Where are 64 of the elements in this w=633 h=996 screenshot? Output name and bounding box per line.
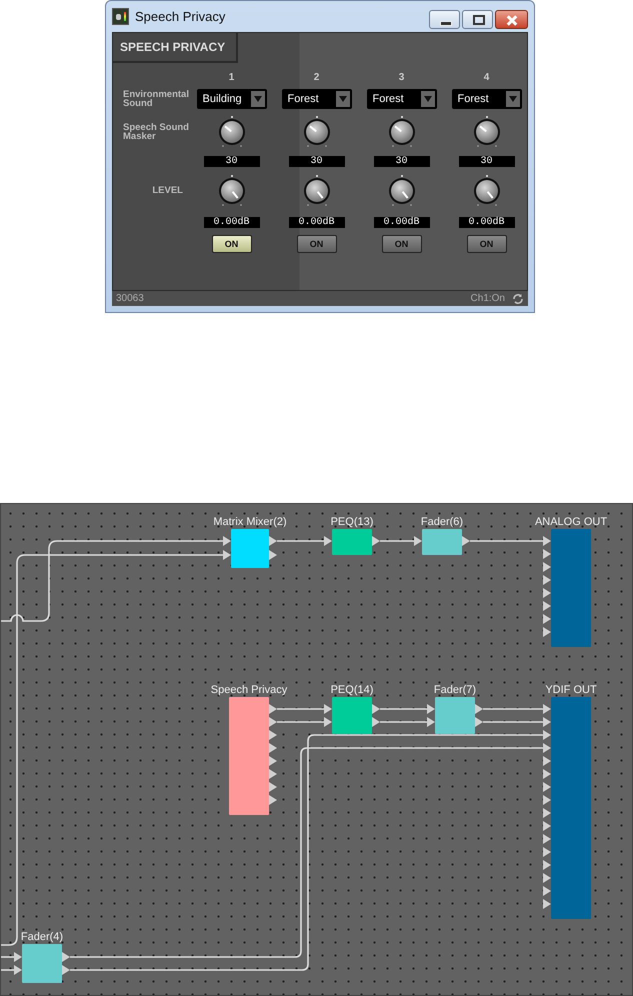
connector-line bbox=[380, 721, 427, 723]
connector-line bbox=[483, 721, 543, 723]
value-display: 0.00dB bbox=[204, 216, 260, 228]
module-label: PEQ(14) bbox=[330, 684, 374, 696]
app-icon bbox=[112, 8, 129, 25]
on-button[interactable]: ON bbox=[296, 235, 336, 253]
channel-number: 1 bbox=[228, 72, 236, 82]
sound-dropdown[interactable]: Forest bbox=[282, 89, 352, 109]
channel-number: 2 bbox=[312, 72, 320, 82]
row-label: Speech Sound Masker bbox=[122, 122, 189, 142]
on-button[interactable]: ON bbox=[382, 235, 422, 253]
minimize-button[interactable] bbox=[429, 10, 460, 29]
sound-dropdown[interactable]: Forest bbox=[452, 89, 522, 109]
module-block[interactable] bbox=[324, 697, 380, 734]
refresh-icon[interactable] bbox=[512, 292, 524, 304]
status-text: 30063 bbox=[116, 293, 144, 304]
module-block[interactable] bbox=[324, 529, 380, 555]
module-label: ANALOG OUT bbox=[534, 516, 608, 528]
status-text: Ch1:On bbox=[470, 293, 505, 304]
module-block[interactable] bbox=[229, 697, 277, 815]
value-display: 30 bbox=[288, 156, 344, 166]
module-block[interactable] bbox=[414, 529, 470, 555]
panel-title: SPEECH PRIVACY bbox=[113, 33, 238, 63]
row-label: Environmental Sound bbox=[122, 90, 189, 108]
connector-line bbox=[277, 540, 324, 542]
connector-line bbox=[380, 540, 414, 542]
connector-line bbox=[277, 721, 324, 723]
caret-icon bbox=[424, 96, 432, 102]
connector-line bbox=[380, 708, 427, 710]
sound-dropdown[interactable]: Building bbox=[196, 89, 266, 109]
value-display: 0.00dB bbox=[288, 216, 344, 228]
connector-line bbox=[483, 708, 543, 710]
value-display: 30 bbox=[374, 156, 430, 166]
value-display: 30 bbox=[204, 156, 260, 166]
module-label: Matrix Mixer(2) bbox=[213, 516, 287, 528]
module-block[interactable] bbox=[543, 529, 591, 647]
value-display: 0.00dB bbox=[458, 216, 514, 228]
module-label: Fader(4) bbox=[20, 931, 64, 943]
maximize-button[interactable] bbox=[462, 10, 493, 29]
module-block[interactable] bbox=[543, 697, 591, 919]
connector-line bbox=[1, 956, 14, 958]
row-label: LEVEL bbox=[151, 186, 184, 196]
channel-number: 4 bbox=[482, 72, 490, 82]
module-label: YDIF OUT bbox=[545, 684, 597, 696]
sound-dropdown[interactable]: Forest bbox=[366, 89, 436, 109]
caret-icon bbox=[254, 96, 262, 102]
connector-line bbox=[1, 969, 14, 971]
caret-icon bbox=[508, 96, 516, 102]
module-block[interactable] bbox=[223, 529, 277, 568]
module-block[interactable] bbox=[14, 944, 70, 983]
window-title: Speech Privacy bbox=[135, 9, 226, 24]
module-label: Speech Privacy bbox=[210, 684, 288, 696]
connector-line bbox=[277, 708, 324, 710]
on-button[interactable]: ON bbox=[212, 235, 252, 253]
close-button[interactable] bbox=[495, 10, 528, 29]
on-button[interactable]: ON bbox=[466, 235, 506, 253]
module-label: Fader(6) bbox=[420, 516, 464, 528]
module-label: PEQ(13) bbox=[330, 516, 374, 528]
caret-icon bbox=[338, 96, 346, 102]
module-block[interactable] bbox=[427, 697, 483, 734]
channel-number: 3 bbox=[398, 72, 406, 82]
value-display: 30 bbox=[458, 156, 514, 166]
module-label: Fader(7) bbox=[434, 684, 476, 696]
value-display: 0.00dB bbox=[374, 216, 430, 228]
